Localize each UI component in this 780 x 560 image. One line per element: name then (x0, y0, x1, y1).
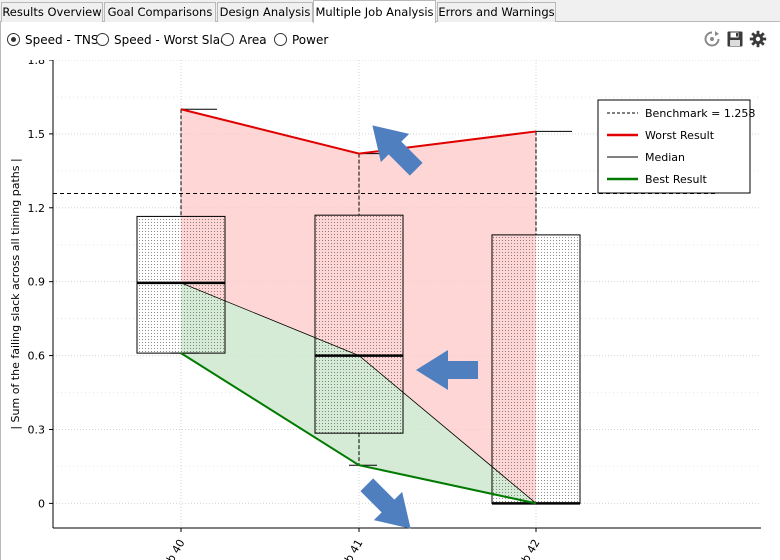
gear-icon[interactable] (749, 30, 767, 48)
y-tick-label: 0 (38, 497, 45, 510)
radio-indicator-checked[interactable] (7, 33, 20, 46)
multiple-job-analysis-panel: Speed - TNS Speed - Worst Slack Area Pow… (0, 22, 780, 560)
radio-indicator[interactable] (274, 33, 287, 46)
save-icon[interactable] (726, 30, 744, 48)
radio-label-area: Area (239, 33, 267, 47)
x-tick-label: Job 41 (337, 537, 366, 560)
tab-results-overview[interactable]: Results Overview (1, 2, 103, 22)
radio-area[interactable]: Area (221, 32, 273, 48)
box-plot-chart: 1.8 1.5 1.2 0.9 0.6 0.3 0 Job 40 Job 41 Job 42 | S… (9, 60, 761, 560)
box-iqr (314, 214, 404, 434)
refresh-icon[interactable] (703, 30, 721, 48)
y-tick-label: 0.9 (28, 276, 46, 289)
y-axis-label: | Sum of the failing slack across all ti… (9, 158, 22, 429)
legend-label: Benchmark = 1.258 (645, 107, 755, 120)
plot-area: 1.8 1.5 1.2 0.9 0.6 0.3 0 Job 40 Job 41 Job 42 | S… (9, 60, 761, 560)
annotation-arrow (360, 478, 411, 529)
radio-label-power: Power (292, 33, 329, 47)
x-tick-label: Job 42 (514, 537, 543, 560)
y-tick-label: 0.3 (28, 423, 46, 436)
tab-multiple-job-analysis[interactable]: Multiple Job Analysis (313, 0, 436, 23)
y-tick-label: 1.8 (28, 60, 46, 67)
radio-label-speed-tns: Speed - TNS (25, 33, 99, 47)
radio-indicator[interactable] (221, 33, 234, 46)
tab-design-analysis[interactable]: Design Analysis (217, 2, 313, 22)
y-tick-label: 1.5 (28, 128, 46, 141)
x-tick-label: Job 40 (159, 537, 188, 560)
legend-label: Worst Result (645, 129, 715, 142)
y-tick-label: 0.6 (28, 350, 46, 363)
tab-goal-comparisons[interactable]: Goal Comparisons (104, 2, 216, 22)
legend-label: Median (645, 151, 685, 164)
radio-speed-worst-slack[interactable]: Speed - Worst Slack (96, 32, 234, 48)
radio-power[interactable]: Power (274, 32, 334, 48)
radio-indicator[interactable] (96, 33, 109, 46)
y-tick-label: 1.2 (28, 202, 46, 215)
radio-label-speed-worst-slack: Speed - Worst Slack (114, 33, 234, 47)
tab-errors-and-warnings[interactable]: Errors and Warnings (437, 2, 556, 22)
legend-label: Best Result (645, 173, 708, 186)
box-iqr (136, 215, 226, 354)
radio-speed-tns[interactable]: Speed - TNS (7, 32, 99, 48)
box-iqr (491, 234, 581, 504)
tab-bar: Results Overview Goal Comparisons Design… (0, 0, 780, 23)
